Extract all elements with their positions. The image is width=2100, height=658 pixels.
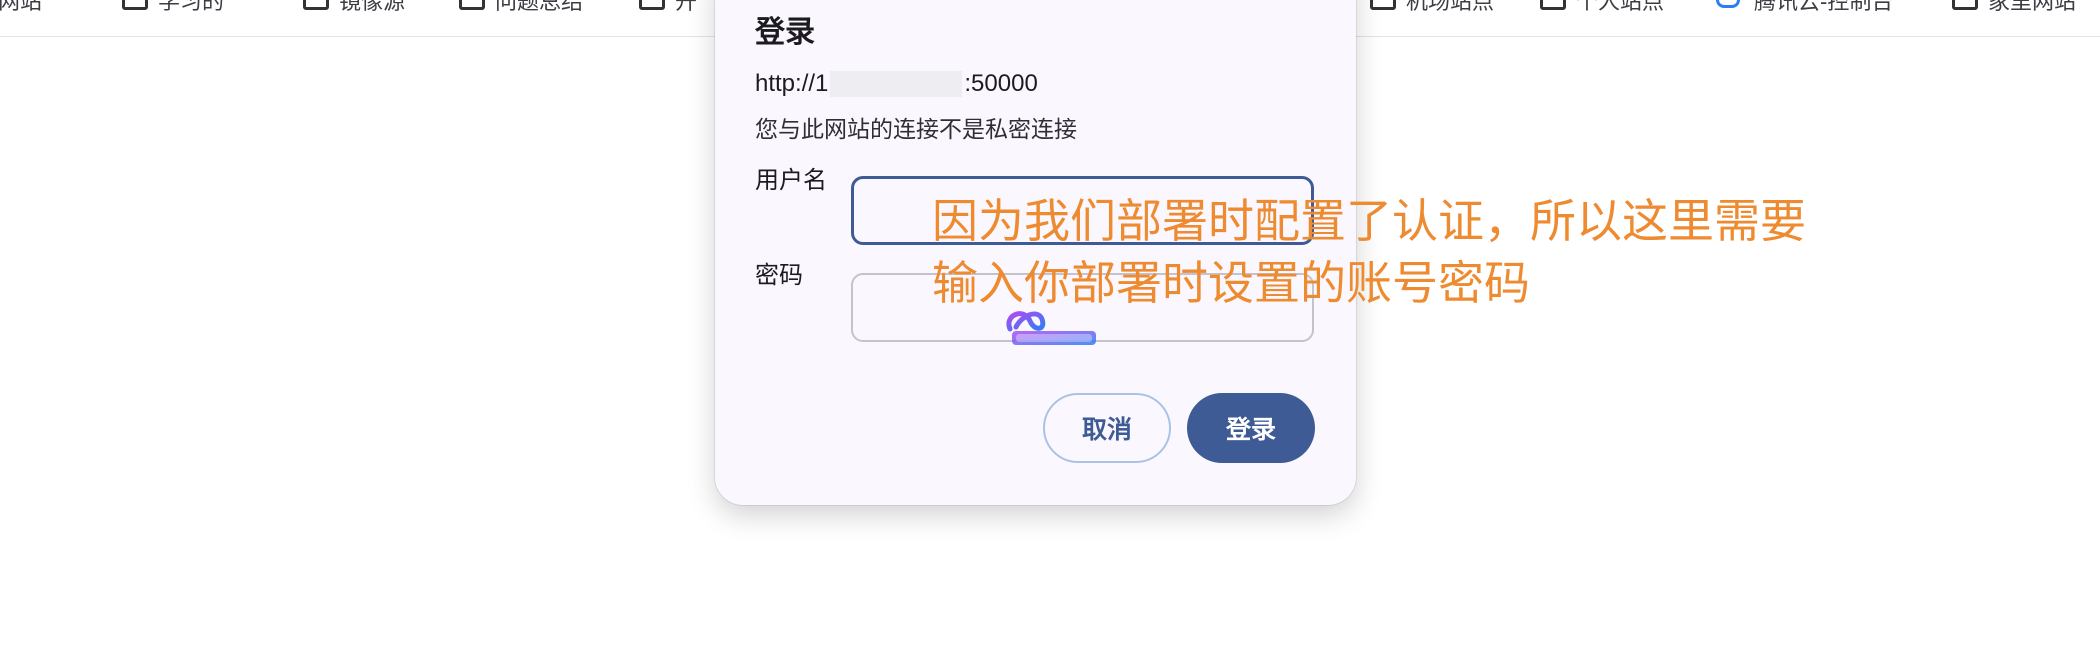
folder-icon [639, 0, 665, 10]
url-prefix: http://1 [755, 70, 829, 97]
dialog-title: 登录 [755, 16, 815, 49]
bookmark-label: 开 [675, 0, 698, 14]
watermark-logo-icon [1006, 311, 1096, 345]
bookmark-item[interactable]: 家里网站 [1952, 0, 2076, 14]
bookmark-label: 家里网站 [1988, 0, 2077, 14]
folder-icon [1540, 0, 1566, 10]
password-label: 密码 [755, 262, 803, 289]
bookmark-item[interactable]: 腾讯云-控制台 [1714, 0, 1893, 14]
cloud-icon [1714, 0, 1744, 10]
folder-icon [1370, 0, 1396, 10]
folder-icon [303, 0, 329, 10]
login-button[interactable]: 登录 [1187, 393, 1315, 463]
url-suffix: :50000 [964, 70, 1038, 97]
bookmark-item[interactable]: 问题总结 [459, 0, 583, 14]
bookmark-item[interactable]: 机场站点 [1370, 0, 1494, 14]
bookmark-item[interactable]: 学习的 [122, 0, 224, 14]
folder-icon [1952, 0, 1978, 10]
browser-page: 网站 学习的 镜像源 问题总结 开 机场站点 个人站点 腾讯云-控制台 家里网站… [0, 0, 2100, 658]
privacy-note: 您与此网站的连接不是私密连接 [755, 116, 1077, 142]
cancel-button[interactable]: 取消 [1043, 393, 1171, 463]
bookmark-label: 个人站点 [1576, 0, 1665, 14]
redacted-url-mask [830, 71, 963, 97]
folder-icon [122, 0, 148, 10]
site-url: http://1 :50000 [755, 70, 1038, 98]
bookmark-item[interactable]: 镜像源 [303, 0, 405, 14]
bookmark-label: 问题总结 [495, 0, 584, 14]
bookmark-label: 腾讯云-控制台 [1754, 0, 1894, 14]
bookmark-item[interactable]: 个人站点 [1540, 0, 1664, 14]
bookmark-label: 镜像源 [339, 0, 406, 14]
username-label: 用户名 [755, 167, 827, 194]
annotation-line-1: 因为我们部署时配置了认证，所以这里需要 [932, 195, 1806, 247]
bookmark-label: 学习的 [158, 0, 225, 14]
bookmark-label: 机场站点 [1406, 0, 1495, 14]
bookmark-label: 网站 [0, 0, 43, 14]
folder-icon [459, 0, 485, 10]
bookmark-item[interactable]: 网站 [0, 0, 42, 14]
bookmark-item[interactable]: 开 [639, 0, 697, 14]
tutorial-annotation: 因为我们部署时配置了认证，所以这里需要 输入你部署时设置的账号密码 [932, 190, 1806, 314]
